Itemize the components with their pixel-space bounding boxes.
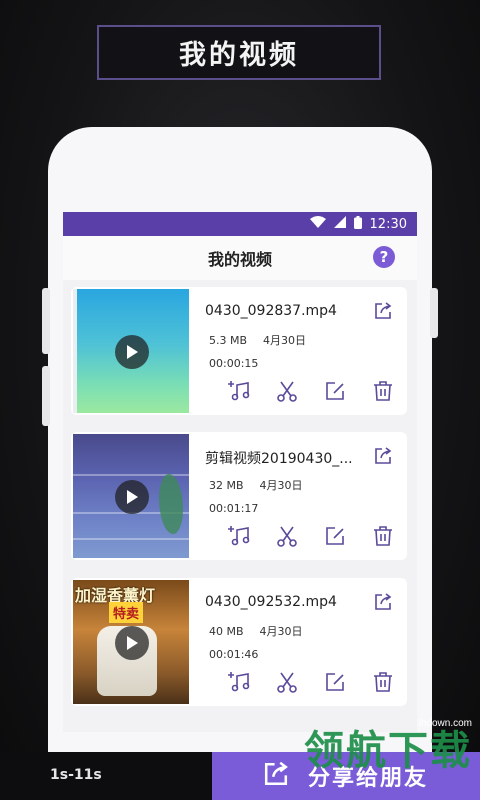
edit-icon[interactable] xyxy=(323,524,347,548)
watermark-text: 领航下载 xyxy=(304,728,472,774)
status-bar: 12:30 xyxy=(63,212,417,236)
scissors-icon[interactable] xyxy=(275,524,299,548)
video-duration: 00:00:15 xyxy=(209,357,259,370)
video-size: 32 MB xyxy=(209,479,244,492)
add-music-icon[interactable] xyxy=(227,670,251,694)
phone-side-button xyxy=(42,366,50,426)
play-icon xyxy=(127,345,138,359)
phone-screen: 12:30 我的视频 ? 0430_092837.mp4 5.3 MB 4月30日… xyxy=(63,212,417,732)
edit-icon[interactable] xyxy=(323,670,347,694)
play-icon xyxy=(127,636,138,650)
video-card[interactable]: 加湿香薰灯 特卖 0430_092532.mp4 40 MB 4月30日 00:0… xyxy=(71,578,407,706)
add-music-icon[interactable] xyxy=(227,379,251,403)
help-icon: ? xyxy=(379,248,389,266)
video-meta: 5.3 MB 4月30日 xyxy=(209,332,322,348)
app-bar: 我的视频 ? xyxy=(63,236,417,280)
share-icon[interactable] xyxy=(373,446,393,470)
video-size: 40 MB xyxy=(209,625,244,638)
video-date: 4月30日 xyxy=(259,479,303,492)
watermark: lhdown.com 领航下载 xyxy=(304,718,472,773)
signal-icon xyxy=(333,216,346,232)
wifi-icon xyxy=(309,216,326,232)
scissors-icon[interactable] xyxy=(275,670,299,694)
video-actions xyxy=(227,670,395,694)
delete-icon[interactable] xyxy=(371,379,395,403)
share-icon[interactable] xyxy=(373,301,393,325)
banner: 我的视频 xyxy=(97,25,381,80)
video-thumbnail[interactable]: 加湿香薰灯 特卖 xyxy=(73,580,189,704)
video-actions xyxy=(227,524,395,548)
video-card[interactable]: 剪辑视频20190430_... 32 MB 4月30日 00:01:17 xyxy=(71,432,407,560)
thumbnail-tag: 特卖 xyxy=(109,602,144,623)
video-thumbnail[interactable] xyxy=(73,434,189,558)
video-card[interactable]: 0430_092837.mp4 5.3 MB 4月30日 00:00:15 xyxy=(71,287,407,415)
video-actions xyxy=(227,379,395,403)
edit-icon[interactable] xyxy=(323,379,347,403)
help-button[interactable]: ? xyxy=(373,246,395,268)
delete-icon[interactable] xyxy=(371,524,395,548)
video-date: 4月30日 xyxy=(259,625,303,638)
play-icon xyxy=(127,490,138,504)
video-meta: 40 MB 4月30日 xyxy=(209,623,319,639)
video-meta: 32 MB 4月30日 xyxy=(209,477,319,493)
video-thumbnail[interactable] xyxy=(73,289,189,413)
phone-side-button xyxy=(42,288,50,354)
video-name: 0430_092837.mp4 xyxy=(205,303,337,319)
page-title: 我的视频 xyxy=(207,250,272,269)
video-duration: 00:01:17 xyxy=(209,502,259,515)
duration-range-label: 1s-11s xyxy=(50,767,102,783)
video-duration: 00:01:46 xyxy=(209,648,259,661)
video-name: 剪辑视频20190430_... xyxy=(205,451,353,467)
share-icon xyxy=(262,760,290,792)
video-size: 5.3 MB xyxy=(209,334,248,347)
play-button[interactable] xyxy=(115,480,149,514)
share-icon[interactable] xyxy=(373,592,393,616)
banner-title: 我的视频 xyxy=(179,40,299,71)
video-date: 4月30日 xyxy=(263,334,307,347)
play-button[interactable] xyxy=(115,626,149,660)
scissors-icon[interactable] xyxy=(275,379,299,403)
video-name: 0430_092532.mp4 xyxy=(205,594,337,610)
play-button[interactable] xyxy=(115,335,149,369)
phone-side-button xyxy=(430,288,438,338)
add-music-icon[interactable] xyxy=(227,524,251,548)
status-time: 12:30 xyxy=(369,216,407,232)
battery-icon xyxy=(353,215,362,233)
delete-icon[interactable] xyxy=(371,670,395,694)
